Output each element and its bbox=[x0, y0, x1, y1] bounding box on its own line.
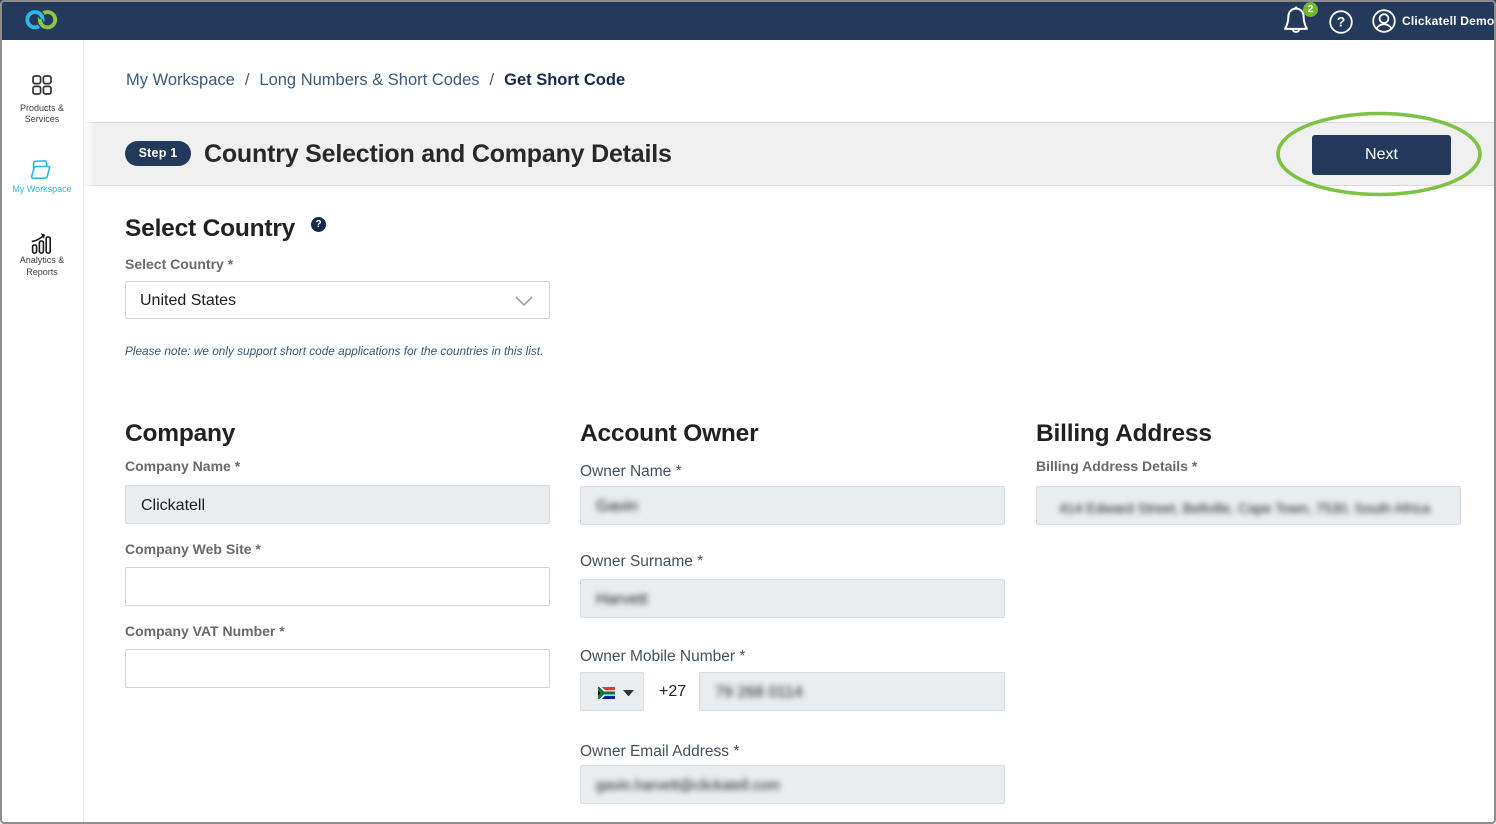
svg-text:?: ? bbox=[1337, 14, 1346, 30]
